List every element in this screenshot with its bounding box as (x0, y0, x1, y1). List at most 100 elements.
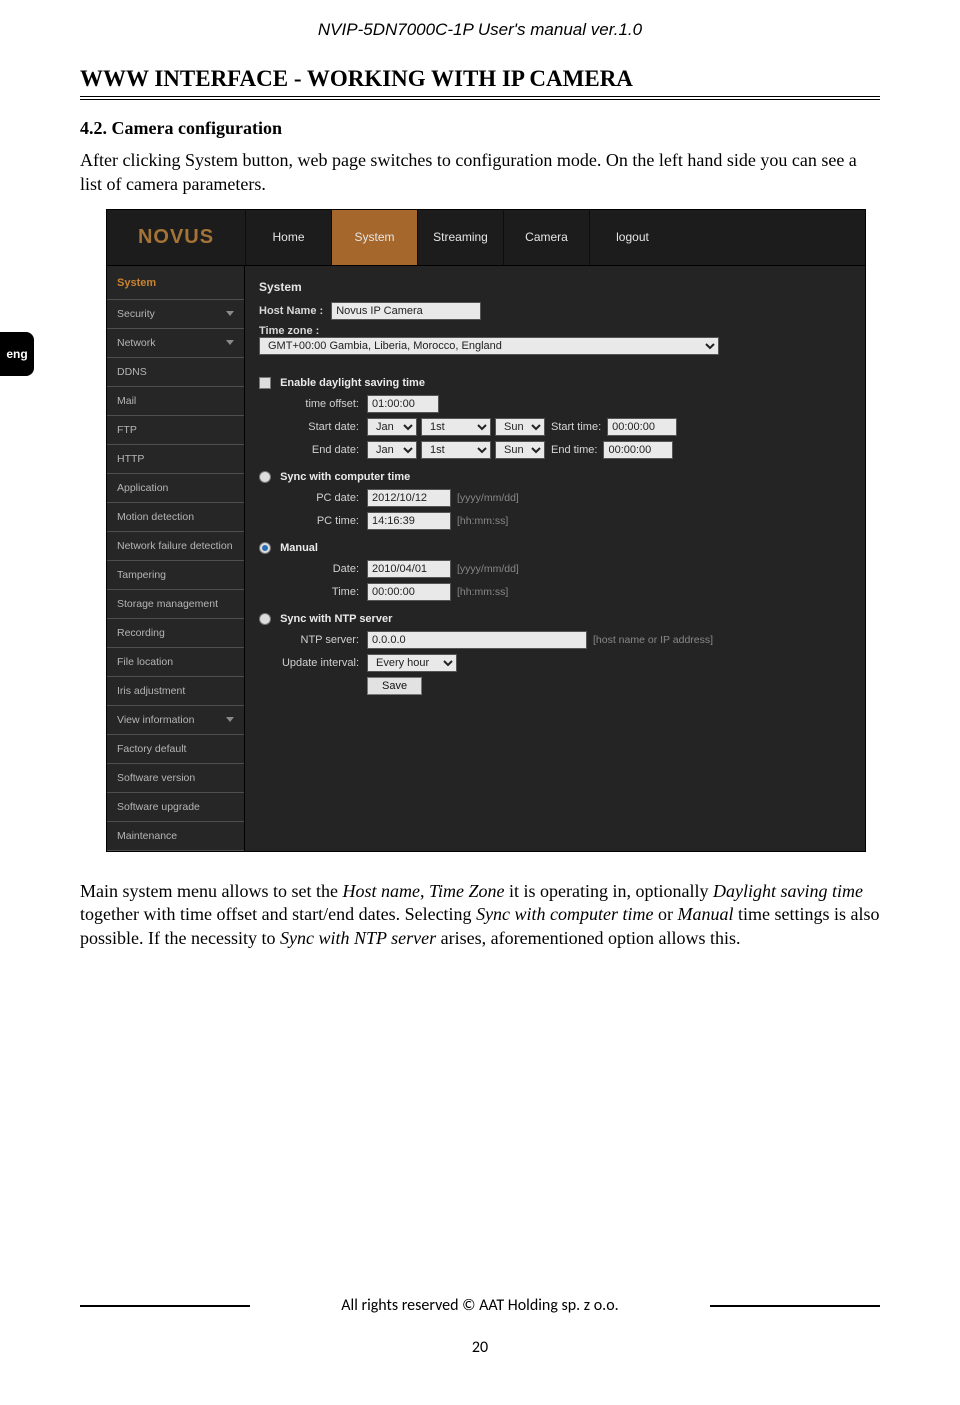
start-weekday-select[interactable]: Sun (495, 418, 545, 436)
sidebar-item-tampering[interactable]: Tampering (107, 561, 244, 590)
sidebar-item-network[interactable]: Network (107, 329, 244, 358)
sidebar-item-sw-version[interactable]: Software version (107, 764, 244, 793)
language-tab: eng (0, 332, 34, 376)
sidebar-item-security[interactable]: Security (107, 300, 244, 329)
sidebar-item-label: Application (117, 482, 168, 494)
sidebar-system-heading[interactable]: System (107, 266, 244, 300)
manual-time-input[interactable] (367, 583, 451, 601)
offset-label: time offset: (259, 398, 359, 410)
sync-ntp-radio[interactable] (259, 613, 271, 625)
sidebar-item-label: FTP (117, 424, 137, 436)
sidebar-item-label: Motion detection (117, 511, 194, 523)
end-day-select[interactable]: 1st (421, 441, 491, 459)
update-interval-label: Update interval: (259, 657, 359, 669)
sidebar-item-label: File location (117, 656, 173, 668)
end-time-input[interactable] (603, 441, 673, 459)
ntp-server-label: NTP server: (259, 634, 359, 646)
footer-text: All rights reserved © AAT Holding sp. z … (250, 1296, 710, 1315)
pc-date-input[interactable] (367, 489, 451, 507)
intro-paragraph: After clicking System button, web page s… (80, 149, 880, 197)
sidebar-item-label: DDNS (117, 366, 147, 378)
sidebar-item-label: View information (117, 714, 194, 726)
host-name-label: Host Name : (259, 305, 323, 317)
sidebar-item-label: Mail (117, 395, 136, 407)
sidebar-item-storage[interactable]: Storage management (107, 590, 244, 619)
manual-label: Manual (280, 542, 318, 554)
dst-label: Enable daylight saving time (280, 377, 425, 389)
date-format-hint: [yyyy/mm/dd] (457, 492, 519, 504)
start-time-label: Start time: (551, 421, 601, 433)
sidebar-item-label: Network (117, 337, 156, 349)
pc-time-label: PC time: (259, 515, 359, 527)
start-month-select[interactable]: Jan (367, 418, 417, 436)
chevron-down-icon (226, 340, 234, 345)
top-bar: NOVUS Home System Streaming Camera logou… (107, 210, 865, 266)
sidebar-item-file-location[interactable]: File location (107, 648, 244, 677)
sidebar-item-maintenance[interactable]: Maintenance (107, 822, 244, 851)
page-number: 20 (0, 1338, 960, 1357)
sidebar-item-iris[interactable]: Iris adjustment (107, 677, 244, 706)
sidebar-item-ftp[interactable]: FTP (107, 416, 244, 445)
section-title: WWW INTERFACE - WORKING WITH IP CAMERA (80, 66, 880, 92)
offset-input[interactable] (367, 395, 439, 413)
save-button[interactable]: Save (367, 677, 422, 695)
timezone-select[interactable]: GMT+00:00 Gambia, Liberia, Morocco, Engl… (259, 337, 719, 355)
sidebar-item-mail[interactable]: Mail (107, 387, 244, 416)
update-interval-select[interactable]: Every hour (367, 654, 457, 672)
nav-logout[interactable]: logout (589, 210, 675, 265)
sidebar-item-http[interactable]: HTTP (107, 445, 244, 474)
sidebar-item-label: Software version (117, 772, 195, 784)
sidebar-item-label: Factory default (117, 743, 186, 755)
sidebar: System Security Network DDNS Mail FTP HT… (107, 266, 245, 851)
description-paragraph: Main system menu allows to set the Host … (80, 880, 880, 951)
end-month-select[interactable]: Jan (367, 441, 417, 459)
nav-home[interactable]: Home (245, 210, 331, 265)
sidebar-item-ddns[interactable]: DDNS (107, 358, 244, 387)
sidebar-item-label: Software upgrade (117, 801, 200, 813)
sync-pc-label: Sync with computer time (280, 471, 410, 483)
start-day-select[interactable]: 1st (421, 418, 491, 436)
dst-checkbox[interactable] (259, 377, 271, 389)
timezone-label: Time zone : (259, 325, 845, 337)
manual-time-label: Time: (259, 586, 359, 598)
date-format-hint: [yyyy/mm/dd] (457, 563, 519, 575)
time-format-hint: [hh:mm:ss] (457, 515, 508, 527)
sidebar-item-view-info[interactable]: View information (107, 706, 244, 735)
novus-logo: NOVUS (138, 226, 214, 249)
pc-date-label: PC date: (259, 492, 359, 504)
sidebar-item-label: Iris adjustment (117, 685, 185, 697)
manual-date-input[interactable] (367, 560, 451, 578)
end-weekday-select[interactable]: Sun (495, 441, 545, 459)
sidebar-item-label: Maintenance (117, 830, 177, 842)
sidebar-item-sw-upgrade[interactable]: Software upgrade (107, 793, 244, 822)
manual-date-label: Date: (259, 563, 359, 575)
sidebar-item-factory-default[interactable]: Factory default (107, 735, 244, 764)
sidebar-item-label: Security (117, 308, 155, 320)
nav-camera[interactable]: Camera (503, 210, 589, 265)
end-date-label: End date: (259, 444, 359, 456)
manual-radio[interactable] (259, 542, 271, 554)
end-time-label: End time: (551, 444, 597, 456)
pc-time-input[interactable] (367, 512, 451, 530)
sidebar-item-label: Network failure detection (117, 540, 233, 552)
sidebar-item-motion-detection[interactable]: Motion detection (107, 503, 244, 532)
sidebar-item-recording[interactable]: Recording (107, 619, 244, 648)
sidebar-item-label: Storage management (117, 598, 218, 610)
sync-pc-radio[interactable] (259, 471, 271, 483)
chevron-down-icon (226, 311, 234, 316)
ntp-server-input[interactable] (367, 631, 587, 649)
settings-panel: System Host Name : Time zone : GMT+00:00… (245, 266, 865, 851)
footer: All rights reserved © AAT Holding sp. z … (80, 1296, 880, 1315)
running-head: NVIP-5DN7000C-1P User's manual ver.1.0 (80, 20, 880, 40)
sidebar-item-label: Tampering (117, 569, 166, 581)
chevron-down-icon (226, 717, 234, 722)
start-time-input[interactable] (607, 418, 677, 436)
sidebar-item-application[interactable]: Application (107, 474, 244, 503)
nav-system[interactable]: System (331, 210, 417, 265)
host-name-input[interactable] (331, 302, 481, 320)
camera-config-screenshot: NOVUS Home System Streaming Camera logou… (106, 209, 866, 852)
panel-heading: System (259, 280, 845, 294)
sidebar-item-network-failure[interactable]: Network failure detection (107, 532, 244, 561)
nav-streaming[interactable]: Streaming (417, 210, 503, 265)
time-format-hint: [hh:mm:ss] (457, 586, 508, 598)
